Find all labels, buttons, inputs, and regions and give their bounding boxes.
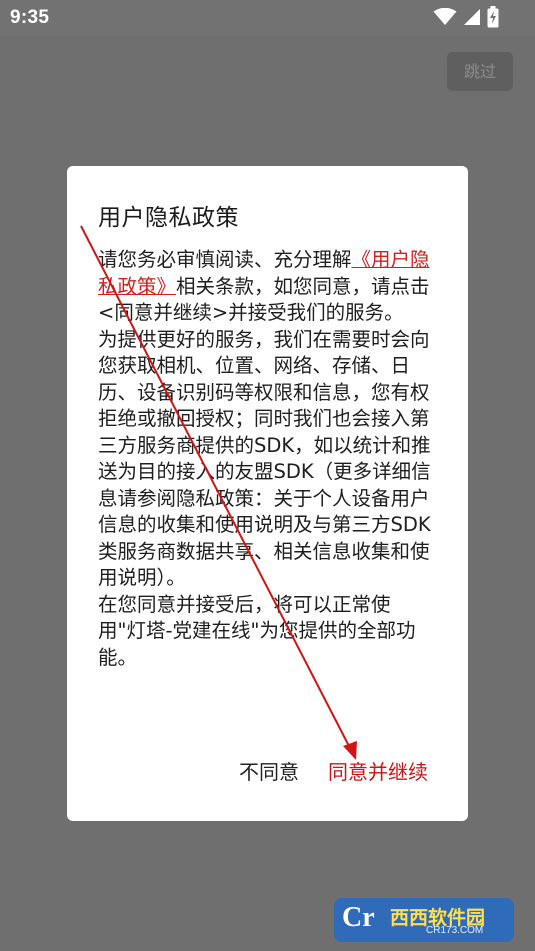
status-time: 9:35 [10, 7, 50, 28]
battery-charging-icon [487, 6, 499, 32]
status-bar: 9:35 [0, 0, 535, 36]
consent-paragraph: 在您同意并接受后，将可以正常使用"灯塔-党建在线"为您提供的全部功能。 [98, 592, 416, 669]
watermark-logo: Cr [342, 902, 375, 933]
status-icons [433, 6, 499, 32]
dialog-title: 用户隐私政策 [98, 205, 239, 231]
wifi-icon [433, 7, 457, 30]
disagree-button[interactable]: 不同意 [239, 756, 299, 785]
watermark-domain: CR173.COM [426, 925, 484, 936]
site-watermark: Cr 西西软件园 CR173.COM [334, 898, 514, 942]
signal-icon [463, 8, 481, 30]
intro-paragraph: 请您务必审慎阅读、充分理解《用户隐私政策》相关条款，如您同意，请点击<同意并继续… [98, 247, 438, 327]
permissions-paragraph: 为提供更好的服务，我们在需要时会向您获取相机、位置、网络、存储、日历、设备识别码… [98, 327, 431, 590]
dialog-body: 请您务必审慎阅读、充分理解《用户隐私政策》相关条款，如您同意，请点击<同意并继续… [98, 247, 438, 671]
privacy-policy-dialog: 用户隐私政策 请您务必审慎阅读、充分理解《用户隐私政策》相关条款，如您同意，请点… [67, 166, 468, 821]
dialog-actions: 不同意 同意并继续 [67, 756, 468, 796]
intro-text: 请您务必审慎阅读、充分理解 [98, 248, 352, 271]
agree-and-continue-button[interactable]: 同意并继续 [328, 756, 428, 785]
skip-button[interactable]: 跳过 [447, 52, 513, 91]
